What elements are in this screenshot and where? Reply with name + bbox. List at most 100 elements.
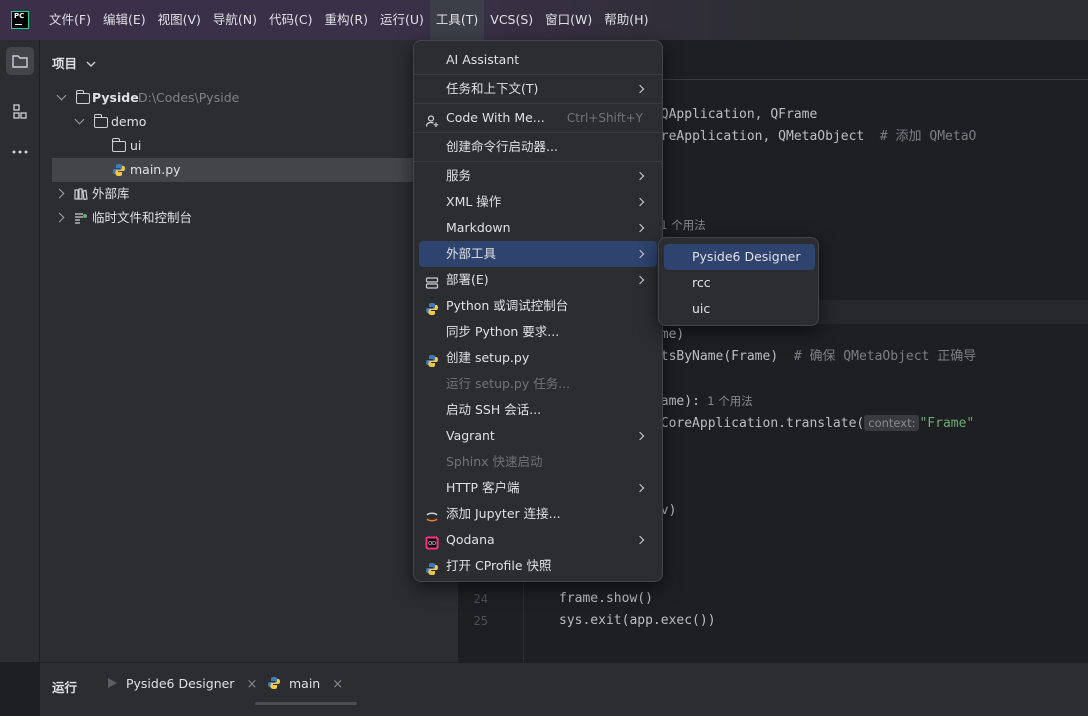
menu-item-label: 部署(E) <box>446 272 489 287</box>
submenu-arrow-icon <box>635 275 645 285</box>
tools-menu-item[interactable]: 部署(E) <box>419 267 657 293</box>
menu-item[interactable]: 文件(F) <box>43 0 97 40</box>
submenu-arrow-icon <box>635 483 645 493</box>
parameter-hint: context: <box>864 415 920 431</box>
menu-item[interactable]: 运行(U) <box>374 0 430 40</box>
code-token: QApplication, QFrame <box>652 107 818 122</box>
menu-item-label: Pyside6 Designer <box>692 249 801 264</box>
chevron-down-icon[interactable] <box>56 90 67 101</box>
tree-item-scratches[interactable]: 临时文件和控制台 <box>52 206 452 230</box>
structure-icon[interactable] <box>6 98 34 126</box>
menu-item-label: Python 或调试控制台 <box>446 298 569 313</box>
pycharm-logo-icon[interactable]: PC <box>11 11 29 29</box>
menu-item[interactable]: VCS(S) <box>484 0 539 40</box>
menu-item[interactable]: 窗口(W) <box>539 0 598 40</box>
tree-item-label: main.py <box>130 162 181 177</box>
run-panel: 运行 Pyside6 Designer × main × <box>40 662 1088 716</box>
menu-item-label: Code With Me... <box>446 110 545 125</box>
chevron-right-icon[interactable] <box>54 212 65 223</box>
user-plus-icon <box>425 111 439 127</box>
tools-menu-item[interactable]: 服务 <box>419 163 657 189</box>
tools-menu-item[interactable]: AI Assistant <box>419 47 657 73</box>
more-tools-icon[interactable] <box>6 138 34 166</box>
tree-item-ui[interactable]: ui <box>52 134 452 158</box>
submenu-arrow-icon <box>635 223 645 233</box>
tools-menu-item[interactable]: 任务和上下文(T) <box>419 76 657 102</box>
tools-menu-item[interactable]: XML 操作 <box>419 189 657 215</box>
close-icon[interactable]: × <box>246 677 257 692</box>
external-tool-item[interactable]: uic <box>664 296 815 322</box>
python-icon <box>268 677 280 689</box>
external-tools-submenu: Pyside6 Designer rcc uic <box>658 237 819 326</box>
python-icon <box>425 299 439 315</box>
run-icon <box>108 678 117 688</box>
line-number: 25 <box>473 614 488 628</box>
menu-item[interactable]: 导航(N) <box>207 0 263 40</box>
submenu-arrow-icon <box>635 431 645 441</box>
menu-item-label: 任务和上下文(T) <box>446 81 539 96</box>
menu-item-label: uic <box>692 301 711 316</box>
tools-menu-item[interactable]: Vagrant <box>419 423 657 449</box>
tools-menu-item[interactable]: 添加 Jupyter 连接... <box>419 501 657 527</box>
project-folder-icon[interactable] <box>6 47 34 75</box>
jupyter-icon <box>425 507 439 522</box>
tools-menu-item[interactable]: 外部工具 <box>419 241 657 267</box>
python-icon <box>425 559 439 575</box>
chevron-down-icon[interactable] <box>74 114 85 125</box>
tools-menu-item[interactable]: Code With Me... Ctrl+Shift+Y <box>419 105 657 131</box>
tools-menu-item[interactable]: HTTP 客户端 <box>419 475 657 501</box>
submenu-arrow-icon <box>635 171 645 181</box>
tools-menu-item[interactable]: 创建命令行启动器... <box>419 134 657 160</box>
menu-separator <box>414 161 662 162</box>
run-tab-pyside6-designer[interactable]: Pyside6 Designer × <box>106 663 257 705</box>
menu-item[interactable]: 重构(R) <box>319 0 374 40</box>
run-tab-main[interactable]: main × <box>254 663 358 705</box>
tree-item-label: ui <box>130 138 142 153</box>
tools-menu-item[interactable]: QD Qodana <box>419 527 657 553</box>
tree-item-demo[interactable]: demo <box>52 110 452 134</box>
tools-menu-item[interactable]: 打开 CProfile 快照 <box>419 553 657 579</box>
tree-item-label: Pyside <box>92 90 139 105</box>
tree-item-main-py[interactable]: main.py <box>52 158 458 182</box>
menu-item[interactable]: 编辑(E) <box>97 0 152 40</box>
close-icon[interactable]: × <box>332 677 343 692</box>
menu-item[interactable]: 工具(T) <box>429 0 485 40</box>
qodana-icon: QD <box>425 533 439 550</box>
menu-item-label: 运行 setup.py 任务... <box>446 376 571 391</box>
tools-menu-item: 运行 setup.py 任务... <box>419 371 657 397</box>
menu-item-label: AI Assistant <box>446 52 520 67</box>
usage-hint[interactable]: 1 个用法 <box>700 394 753 408</box>
tools-menu-item[interactable]: Python 或调试控制台 <box>419 293 657 319</box>
code-token: "Frame" <box>919 416 975 431</box>
submenu-arrow-icon <box>635 197 645 207</box>
line-number: 24 <box>473 592 488 606</box>
folder-icon <box>76 90 90 104</box>
tree-item-external-libs[interactable]: 外部库 <box>52 182 452 206</box>
tools-menu-item[interactable]: 启动 SSH 会话... <box>419 397 657 423</box>
menu-item[interactable]: 视图(V) <box>152 0 207 40</box>
external-tool-item[interactable]: Pyside6 Designer <box>664 244 815 270</box>
tools-menu-item[interactable]: 同步 Python 要求... <box>419 319 657 345</box>
tree-item-label: 临时文件和控制台 <box>92 210 193 225</box>
project-panel-title[interactable]: 项目 <box>52 53 96 72</box>
external-tool-item[interactable]: rcc <box>664 270 815 296</box>
menu-item-label: 同步 Python 要求... <box>446 324 560 339</box>
python-icon <box>425 351 439 367</box>
shortcut-label: Ctrl+Shift+Y <box>566 111 643 125</box>
code-token: QCoreApplication, QMetaObject <box>629 129 880 144</box>
submenu-arrow-icon <box>635 84 645 94</box>
svg-text:QD: QD <box>428 541 436 547</box>
menu-item[interactable]: 帮助(H) <box>598 0 654 40</box>
tools-menu-item[interactable]: 创建 setup.py <box>419 345 657 371</box>
tree-item-pyside-root[interactable]: Pyside D:\Codes\Pyside <box>52 86 452 110</box>
tree-item-path: D:\Codes\Pyside <box>138 90 240 105</box>
menu-separator <box>414 74 662 75</box>
server-icon <box>425 273 439 289</box>
code-line[interactable]: frame.show() <box>559 588 653 610</box>
chevron-right-icon[interactable] <box>54 188 65 199</box>
tools-menu-item[interactable]: Markdown <box>419 215 657 241</box>
menu-item[interactable]: 代码(C) <box>263 0 318 40</box>
code-line[interactable]: sys.exit(app.exec()) <box>559 610 716 632</box>
main-menu-bar: 文件(F) 编辑(E) 视图(V) 导航(N) 代码(C) 重构(R) 运行(U) 工具(T)… <box>43 0 654 40</box>
menu-item-label: 启动 SSH 会话... <box>446 402 542 417</box>
